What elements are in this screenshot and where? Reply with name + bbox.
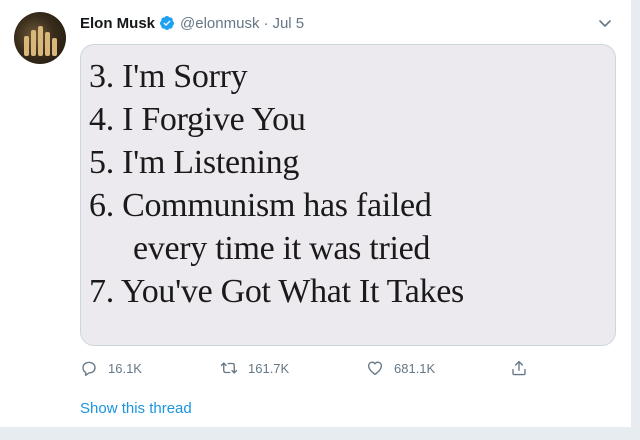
separator-dot: · [263,14,269,32]
tweet-date[interactable]: Jul 5 [272,15,304,32]
tweet-actions: 16.1K 161.7K 681.1K [80,356,540,380]
verified-badge-icon [159,15,175,31]
heart-icon [367,361,383,376]
tweet-image[interactable]: 3. I'm Sorry 4. I Forgive You 5. I'm Lis… [80,44,616,346]
image-text-line: 4. I Forgive You [89,101,306,138]
tweet-card[interactable]: Elon Musk @elonmusk · Jul 5 3. I'm Sorry… [0,0,632,428]
image-text-line: every time it was tried [133,230,431,267]
retweet-button[interactable]: 161.7K [220,356,289,380]
avatar[interactable] [14,12,66,64]
retweet-icon [220,362,238,374]
share-icon [512,360,526,376]
image-text-line: 5. I'm Listening [89,144,300,181]
reply-icon [82,361,96,376]
chevron-down-icon[interactable] [596,14,614,32]
image-text-line: 6. Communism has failed [89,187,432,224]
tweet-header: Elon Musk @elonmusk · Jul 5 [80,12,304,34]
author-name[interactable]: Elon Musk [80,15,155,32]
like-button[interactable]: 681.1K [366,356,435,380]
image-text-block: 3. I'm Sorry 4. I Forgive You 5. I'm Lis… [89,55,464,313]
like-count: 681.1K [394,360,436,376]
share-button[interactable] [510,356,528,380]
show-thread-link[interactable]: Show this thread [80,400,192,417]
reply-button[interactable]: 16.1K [80,356,142,380]
image-text-line: 3. I'm Sorry [89,58,248,95]
retweet-count: 161.7K [248,360,290,376]
author-handle[interactable]: @elonmusk [180,15,259,32]
reply-count: 16.1K [108,360,142,376]
image-text-line: 7. You've Got What It Takes [89,273,464,310]
